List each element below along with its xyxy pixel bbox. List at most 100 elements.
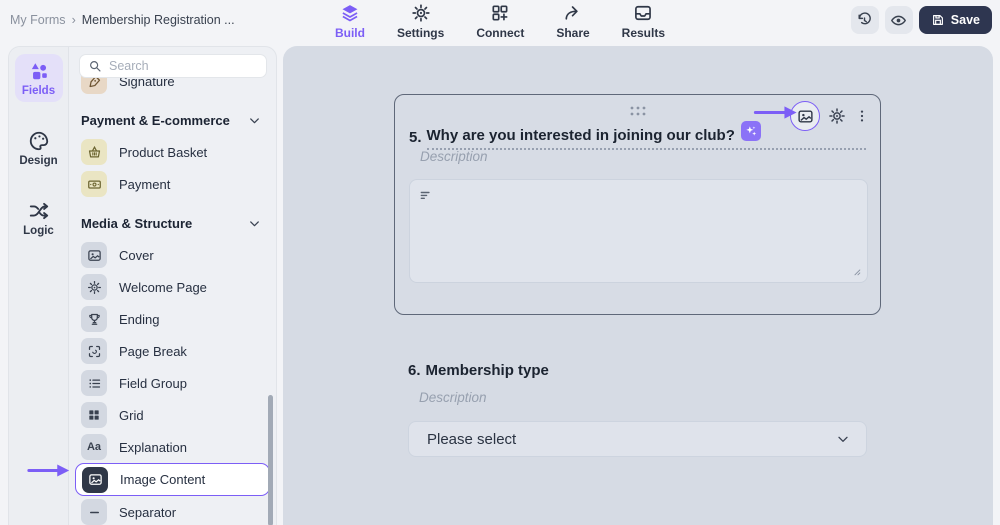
shapes-icon xyxy=(28,60,50,82)
results-icon xyxy=(633,3,653,23)
question-title-row: 6. Membership type xyxy=(394,362,881,383)
list-item-payment[interactable]: Payment xyxy=(69,168,276,200)
search-input[interactable] xyxy=(109,59,258,73)
question-number: 6. xyxy=(408,362,421,383)
list-item-welcome-page[interactable]: Welcome Page xyxy=(69,271,276,303)
tab-settings[interactable]: Settings xyxy=(397,3,444,40)
save-icon xyxy=(931,13,945,27)
left-panel: Fields Design Logic Signature Payment & … xyxy=(8,46,277,525)
membership-type-select[interactable]: Please select xyxy=(408,421,867,457)
breadcrumb-root[interactable]: My Forms xyxy=(10,13,66,27)
list-item-label: Separator xyxy=(119,505,176,520)
gear-icon xyxy=(81,274,107,300)
gear-icon xyxy=(411,3,431,23)
image-icon xyxy=(797,108,814,125)
paragraph-lines-icon xyxy=(419,189,433,203)
save-button-label: Save xyxy=(951,13,980,27)
section-header-label: Media & Structure xyxy=(81,216,192,231)
long-answer-textarea[interactable] xyxy=(409,179,868,283)
layers-icon xyxy=(340,3,360,23)
eye-icon xyxy=(890,12,907,29)
palette-icon xyxy=(28,130,50,152)
form-canvas: 5. Why are you interested in joining our… xyxy=(283,46,993,525)
tab-results[interactable]: Results xyxy=(622,3,665,40)
question-number: 5. xyxy=(409,129,422,150)
field-type-list: Signature Payment & E-commerce Product B… xyxy=(69,65,276,525)
list-item-label: Welcome Page xyxy=(119,280,207,295)
save-button[interactable]: Save xyxy=(919,6,992,34)
breadcrumb-separator: › xyxy=(72,13,76,27)
question-title-row: 5. Why are you interested in joining our… xyxy=(409,125,866,150)
question-title-input[interactable]: Why are you interested in joining our cl… xyxy=(427,125,866,150)
resize-handle-icon[interactable] xyxy=(849,264,862,277)
topbar-actions: Save xyxy=(851,6,992,34)
tab-connect[interactable]: Connect xyxy=(476,3,524,40)
list-item-separator[interactable]: Separator xyxy=(69,496,276,525)
list-icon xyxy=(81,370,107,396)
separator-dash-icon xyxy=(81,499,107,525)
tab-build-label: Build xyxy=(335,26,365,40)
connect-icon xyxy=(490,3,510,23)
list-item-label: Product Basket xyxy=(119,145,207,160)
search-box xyxy=(79,54,267,78)
list-item-image-content[interactable]: Image Content xyxy=(75,463,270,496)
kebab-menu-button[interactable] xyxy=(854,108,870,124)
tab-build[interactable]: Build xyxy=(335,3,365,40)
sidebar-item-design[interactable]: Design xyxy=(15,124,63,172)
section-header-payment[interactable]: Payment & E-commerce xyxy=(69,104,276,136)
question-block-6[interactable]: 6. Membership type Description Please se… xyxy=(394,362,881,457)
main-tabs: Build Settings Connect Share Results xyxy=(335,3,665,40)
scrollbar-thumb[interactable] xyxy=(268,395,273,525)
page-break-icon xyxy=(81,338,107,364)
chevron-down-icon[interactable] xyxy=(247,216,262,231)
breadcrumb-current[interactable]: Membership Registration ... xyxy=(82,13,235,27)
trophy-icon xyxy=(81,306,107,332)
breadcrumb: My Forms › Membership Registration ... xyxy=(10,13,235,27)
question-title[interactable]: Membership type xyxy=(426,362,549,383)
sidebar-item-fields[interactable]: Fields xyxy=(15,54,63,102)
drag-handle-icon[interactable] xyxy=(626,104,650,118)
question-description-input[interactable]: Description xyxy=(420,149,488,164)
list-item-label: Image Content xyxy=(120,472,205,487)
ai-sparkle-icon[interactable] xyxy=(741,121,761,141)
history-button[interactable] xyxy=(851,6,879,34)
list-item-label: Page Break xyxy=(119,344,187,359)
sidebar-item-design-label: Design xyxy=(19,155,57,167)
question-description-input[interactable]: Description xyxy=(419,390,881,405)
list-item-label: Field Group xyxy=(119,376,187,391)
question-title: Why are you interested in joining our cl… xyxy=(427,127,735,144)
shuffle-icon xyxy=(28,200,50,222)
tab-share[interactable]: Share xyxy=(556,3,589,40)
tab-settings-label: Settings xyxy=(397,26,444,40)
tab-connect-label: Connect xyxy=(476,26,524,40)
list-item-label: Grid xyxy=(119,408,144,423)
section-header-label: Payment & E-commerce xyxy=(81,113,230,128)
list-item-ending[interactable]: Ending xyxy=(69,303,276,335)
question-settings-button[interactable] xyxy=(828,107,846,125)
list-item-cover[interactable]: Cover xyxy=(69,239,276,271)
chevron-down-icon xyxy=(835,431,851,447)
list-item-label: Ending xyxy=(119,312,159,327)
list-item-label: Explanation xyxy=(119,440,187,455)
cover-image-icon xyxy=(81,242,107,268)
list-item-label: Payment xyxy=(119,177,170,192)
search-icon xyxy=(88,59,102,73)
select-placeholder: Please select xyxy=(427,431,516,448)
sidebar-item-logic-label: Logic xyxy=(23,225,54,237)
list-item-page-break[interactable]: Page Break xyxy=(69,335,276,367)
sidebar-item-logic[interactable]: Logic xyxy=(15,194,63,242)
list-item-field-group[interactable]: Field Group xyxy=(69,367,276,399)
list-item-explanation[interactable]: Aa Explanation xyxy=(69,431,276,463)
preview-button[interactable] xyxy=(885,6,913,34)
grid-icon xyxy=(81,402,107,428)
question-card-5[interactable]: 5. Why are you interested in joining our… xyxy=(394,94,881,315)
section-header-media[interactable]: Media & Structure xyxy=(69,207,276,239)
banknote-icon xyxy=(81,171,107,197)
list-item-grid[interactable]: Grid xyxy=(69,399,276,431)
chevron-down-icon[interactable] xyxy=(247,113,262,128)
sidebar-item-fields-label: Fields xyxy=(22,85,55,97)
history-icon xyxy=(856,12,873,29)
list-item-product-basket[interactable]: Product Basket xyxy=(69,136,276,168)
tab-results-label: Results xyxy=(622,26,665,40)
image-icon xyxy=(82,467,108,493)
